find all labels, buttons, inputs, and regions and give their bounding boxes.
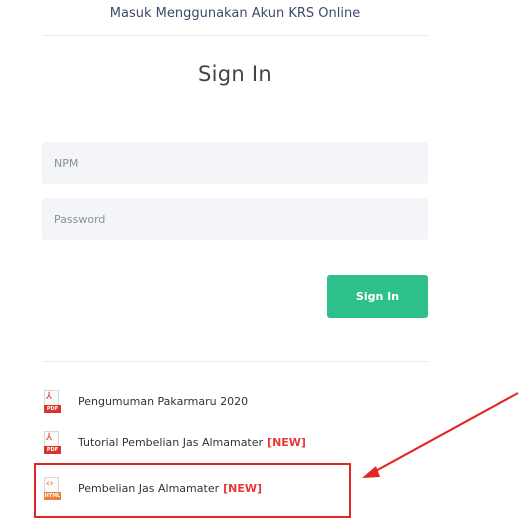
annotation-arrow-icon bbox=[362, 392, 519, 478]
